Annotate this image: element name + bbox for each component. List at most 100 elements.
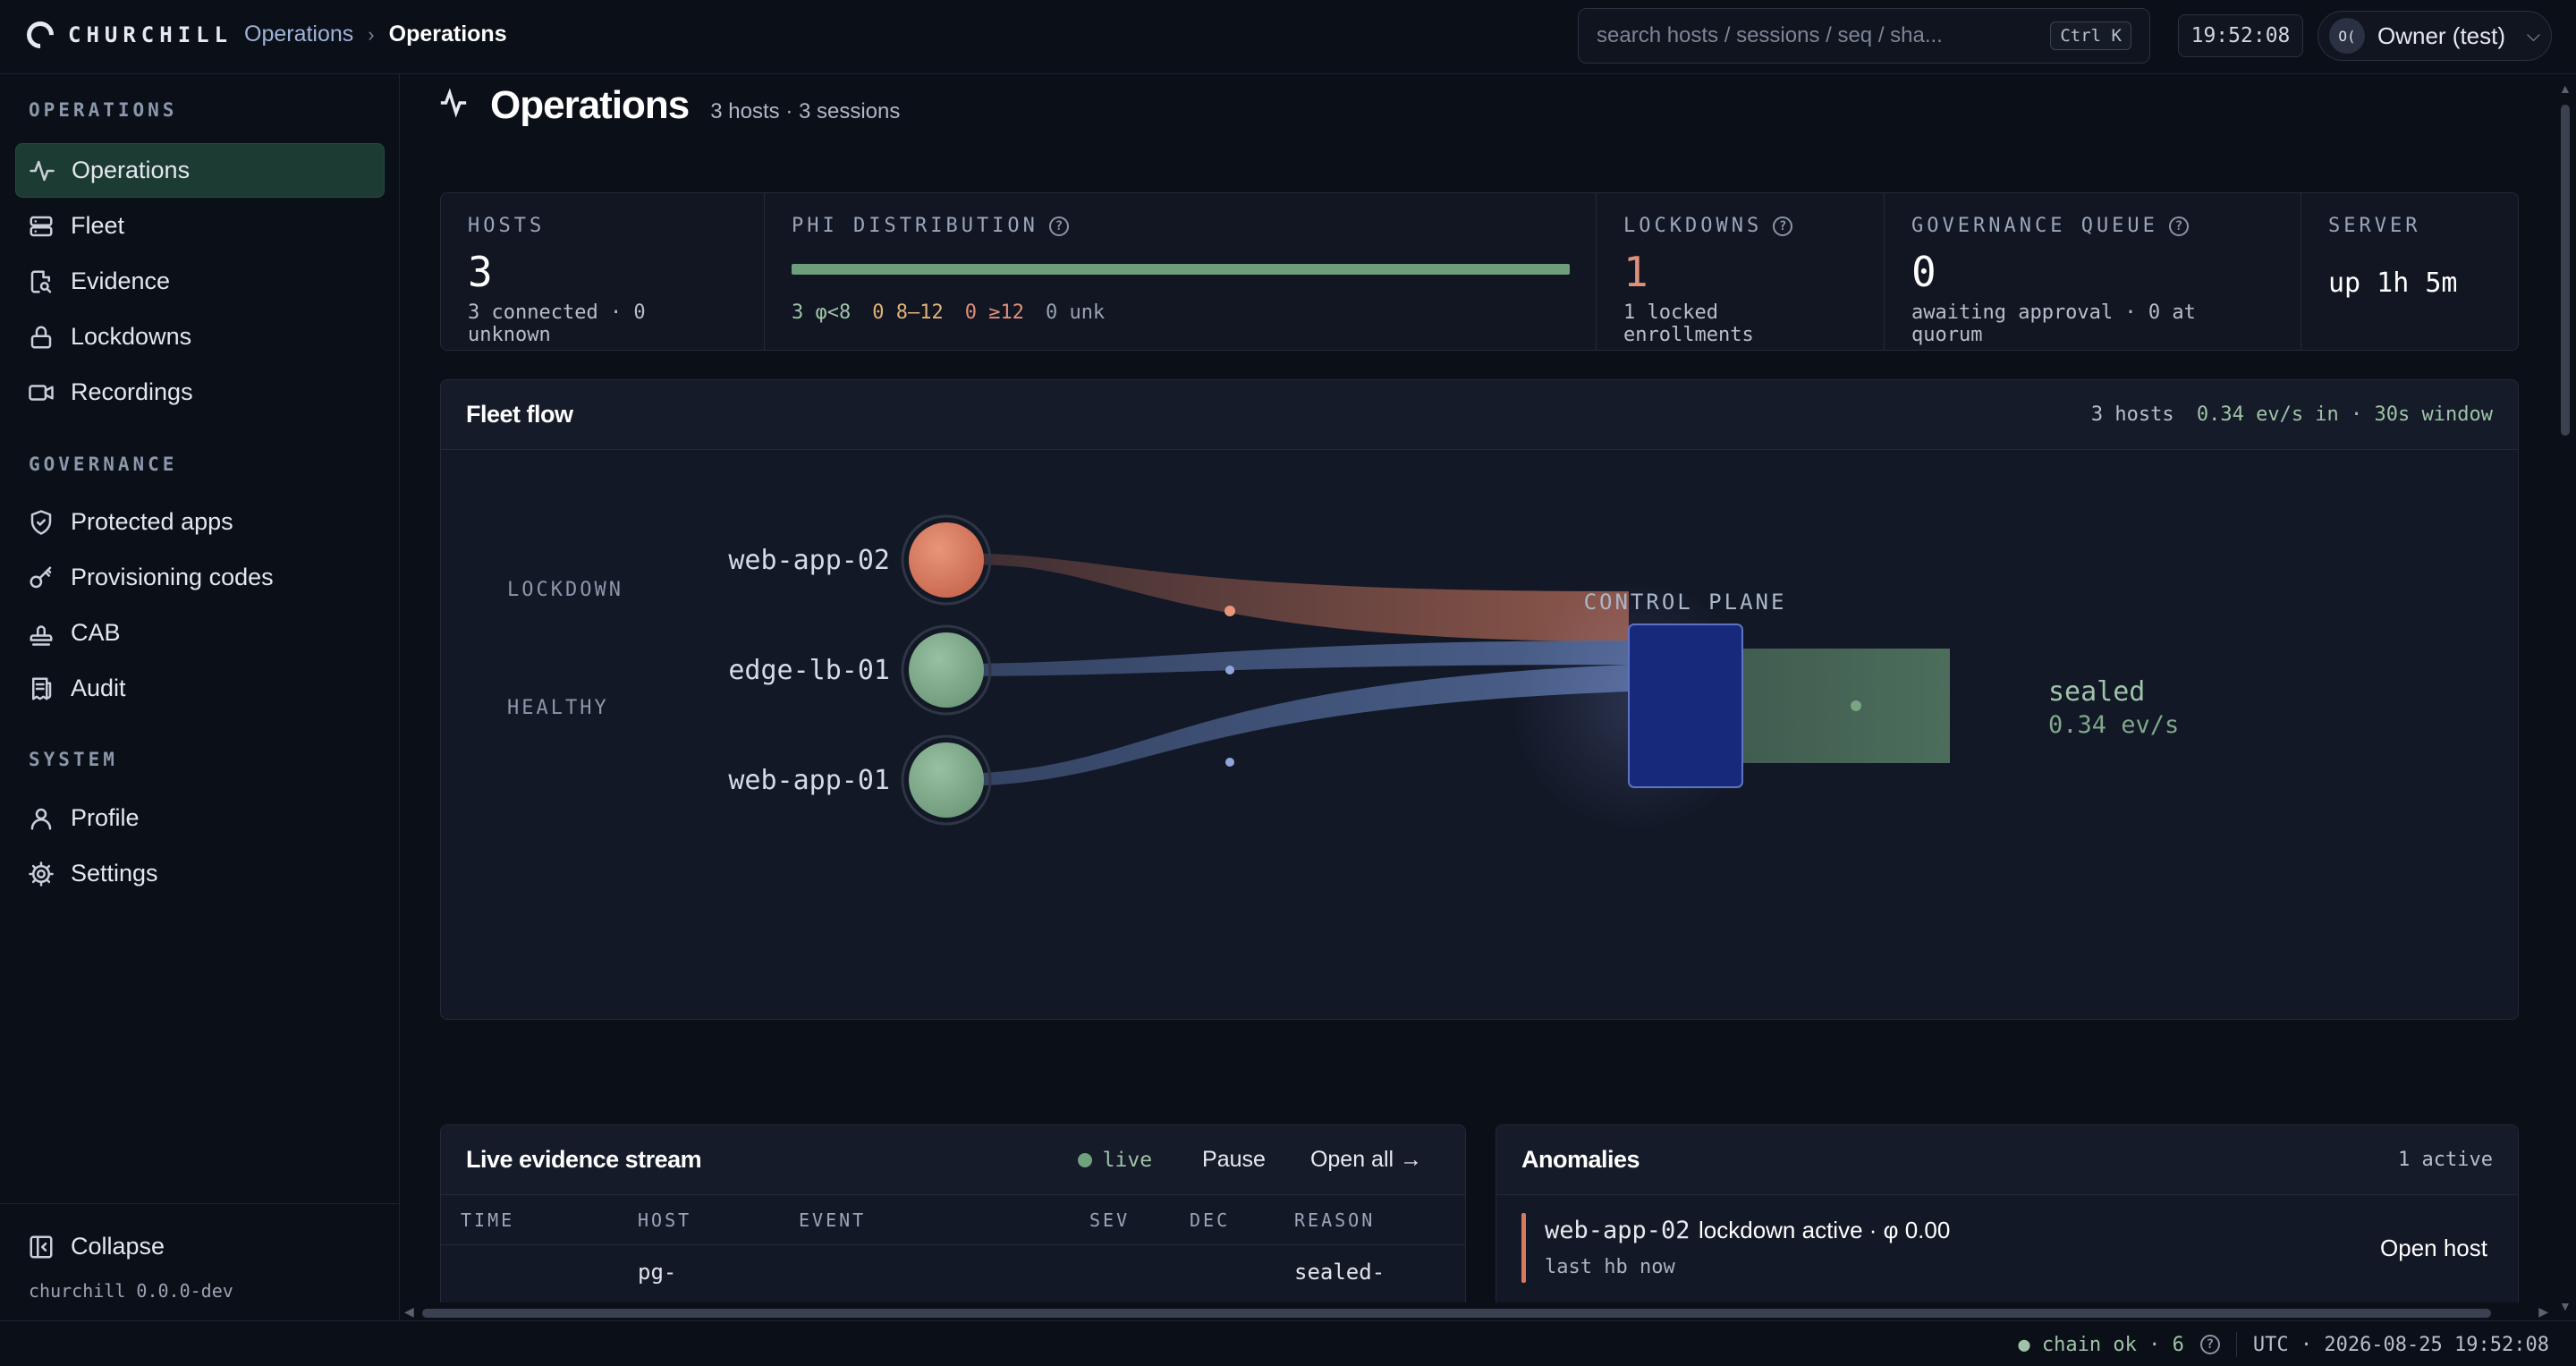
sidebar-item-label: Recordings — [71, 378, 193, 405]
scroll-left-icon[interactable]: ◀ — [404, 1304, 414, 1319]
sidebar-item-settings[interactable]: Settings — [15, 846, 385, 901]
table-row[interactable]: pg- sealed- — [441, 1245, 1465, 1285]
sidebar-section-system: SYSTEM — [29, 749, 118, 770]
card-title: Fleet flow — [466, 401, 573, 428]
help-icon[interactable]: ? — [2199, 1335, 2220, 1354]
sink-rate: 0.34 ev/s — [2048, 711, 2179, 739]
stats-panel: HOSTS 3 3 connected · 0 unknown PHI DIST… — [440, 192, 2519, 351]
pause-button[interactable]: Pause — [1202, 1147, 1266, 1173]
open-all-button[interactable]: Open all → — [1310, 1147, 1422, 1173]
live-dot — [1077, 1152, 1092, 1167]
status-timestamp: UTC · 2026-08-25 19:52:08 — [2252, 1333, 2549, 1356]
user-menu-button[interactable]: O( Owner (test) ⌵ — [2318, 11, 2552, 61]
help-icon[interactable]: ? — [2168, 216, 2189, 236]
sidebar-item-fleet[interactable]: Fleet — [15, 199, 385, 253]
column-header-time[interactable]: TIME — [441, 1209, 638, 1231]
fleet-flow-hosts: 3 hosts — [2090, 403, 2174, 426]
sidebar-item-provisioning-codes[interactable]: Provisioning codes — [15, 550, 385, 605]
stamp-icon — [28, 620, 55, 647]
video-icon — [28, 379, 55, 406]
host-node-web-app-02[interactable]: web-app-02 — [728, 514, 992, 606]
flow-particle — [1224, 606, 1235, 616]
stat-label: SERVER — [2328, 215, 2421, 237]
server-icon — [28, 213, 55, 240]
cell-host: pg- — [638, 1260, 677, 1285]
scrollbar-thumb[interactable] — [422, 1309, 2491, 1318]
stat-lockdowns[interactable]: LOCKDOWNS ? 1 1 locked enrollments — [1597, 193, 1885, 350]
clock: 19:52:08 — [2178, 14, 2303, 57]
fleet-flow-rate: 0.34 ev/s in · 30s window — [2196, 403, 2493, 426]
sidebar-item-label: Fleet — [71, 212, 125, 239]
horizontal-scrollbar[interactable]: ◀ ▶ — [401, 1302, 2552, 1320]
host-label: web-app-02 — [728, 545, 890, 576]
sidebar-item-label: Provisioning codes — [71, 564, 274, 590]
sidebar-item-lockdowns[interactable]: Lockdowns — [15, 310, 385, 364]
host-node-edge-lb-01[interactable]: edge-lb-01 — [728, 624, 992, 716]
open-host-button[interactable]: Open host — [2380, 1234, 2487, 1262]
sidebar-item-operations[interactable]: Operations — [15, 143, 385, 198]
cell-reason: sealed- — [1294, 1260, 1385, 1285]
app-version: churchill 0.0.0-dev — [29, 1280, 233, 1302]
sidebar-item-evidence[interactable]: Evidence — [15, 254, 385, 309]
scrollbar-thumb[interactable] — [2561, 105, 2570, 436]
card-header: Live evidence stream live Pause Open all… — [441, 1125, 1465, 1195]
anomalies-card: Anomalies 1 active web-app-02 lockdown a… — [1496, 1124, 2519, 1302]
anomalies-count: 1 active — [2398, 1149, 2493, 1171]
card-header: Anomalies 1 active — [1496, 1125, 2518, 1195]
stat-sub: 1 locked enrollments — [1623, 301, 1754, 346]
sidebar-divider — [0, 1203, 400, 1204]
sidebar-item-recordings[interactable]: Recordings — [15, 365, 385, 420]
fleet-flow-meta: 3 hosts 0.34 ev/s in · 30s window — [2091, 403, 2493, 426]
scroll-down-icon[interactable]: ▼ — [2559, 1299, 2572, 1313]
live-label: live — [1102, 1148, 1153, 1172]
search-placeholder: search hosts / sessions / seq / sha... — [1597, 23, 1943, 47]
help-icon[interactable]: ? — [1773, 216, 1793, 236]
stat-value: 0 — [1911, 248, 1936, 296]
sidebar-item-cab[interactable]: CAB — [15, 606, 385, 660]
sidebar-item-audit[interactable]: Audit — [15, 661, 385, 716]
lock-icon — [28, 324, 55, 351]
stat-phi-distribution: PHI DISTRIBUTION ? 3 φ<8 0 8–12 0 ≥12 0 … — [765, 193, 1597, 350]
column-header-sev[interactable]: SEV — [1089, 1209, 1190, 1231]
sidebar-item-label: Profile — [71, 804, 140, 831]
flow-web-app-02 — [946, 553, 1629, 641]
breadcrumb-current: Operations — [388, 21, 507, 47]
scroll-right-icon[interactable]: ▶ — [2538, 1304, 2548, 1319]
stat-value: 1 — [1623, 248, 1648, 296]
activity-icon — [29, 157, 55, 184]
column-header-host[interactable]: HOST — [638, 1209, 799, 1231]
phi-mid: 0 8–12 — [872, 301, 944, 324]
stat-governance-queue[interactable]: GOVERNANCE QUEUE ? 0 awaiting approval ·… — [1885, 193, 2301, 350]
sidebar-item-protected-apps[interactable]: Protected apps — [15, 495, 385, 549]
group-label-lockdown: LOCKDOWN — [507, 579, 623, 601]
column-header-dec[interactable]: DEC — [1190, 1209, 1294, 1231]
evidence-stream-card: Live evidence stream live Pause Open all… — [440, 1124, 1466, 1302]
search-shortcut: Ctrl K — [2050, 21, 2131, 50]
breadcrumb-parent[interactable]: Operations — [244, 21, 353, 47]
page-subtitle: 3 hosts · 3 sessions — [710, 99, 901, 123]
column-header-reason[interactable]: REASON — [1294, 1209, 1375, 1231]
control-plane-label: CONTROL PLANE — [1584, 590, 1787, 615]
stat-label: PHI DISTRIBUTION ? — [792, 215, 1569, 237]
anomaly-host: web-app-02 — [1545, 1217, 1690, 1244]
app-logo[interactable]: CHURCHILL — [21, 15, 233, 55]
breadcrumb-separator: › — [368, 22, 375, 46]
scroll-up-icon[interactable]: ▲ — [2559, 81, 2572, 96]
anomaly-last-heartbeat: last hb now — [1545, 1256, 1675, 1278]
column-header-event[interactable]: EVENT — [799, 1209, 1089, 1231]
receipt-icon — [28, 675, 55, 702]
chain-status[interactable]: ● chain ok · 6 — [2018, 1334, 2183, 1356]
sidebar-item-profile[interactable]: Profile — [15, 791, 385, 845]
search-input[interactable]: search hosts / sessions / seq / sha... C… — [1578, 8, 2150, 64]
collapse-button[interactable]: Collapse — [15, 1219, 385, 1274]
control-plane-node[interactable] — [1628, 624, 1743, 788]
help-icon[interactable]: ? — [1048, 216, 1069, 236]
flow-particle — [1851, 700, 1861, 711]
anomaly-item[interactable]: web-app-02 lockdown active · φ 0.00 last… — [1521, 1213, 2487, 1283]
sidebar-section-operations: OPERATIONS — [29, 99, 178, 121]
shield-check-icon — [28, 509, 55, 536]
card-title: Anomalies — [1521, 1146, 1640, 1173]
page-header: Operations 3 hosts · 3 sessions — [438, 83, 900, 128]
vertical-scrollbar[interactable]: ▲ ▼ — [2552, 74, 2576, 1320]
host-node-web-app-01[interactable]: web-app-01 — [728, 734, 992, 826]
